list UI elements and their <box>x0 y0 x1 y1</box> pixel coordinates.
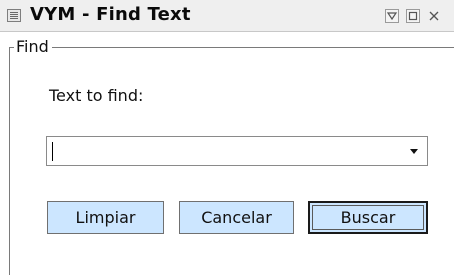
window-title: VYM - Find Text <box>30 4 191 25</box>
text-cursor <box>52 142 53 161</box>
window-menu-icon[interactable] <box>7 9 21 22</box>
find-combobox[interactable] <box>46 136 428 166</box>
maximize-icon[interactable] <box>406 9 420 23</box>
find-text-window: VYM - Find Text Find Text to find: Limpi… <box>0 0 454 275</box>
close-icon[interactable] <box>427 9 441 23</box>
cancel-button[interactable]: Cancelar <box>179 201 294 234</box>
search-button-label: Buscar <box>340 208 396 227</box>
search-button[interactable]: Buscar <box>308 201 428 234</box>
shade-icon[interactable] <box>385 9 399 23</box>
chevron-down-icon[interactable] <box>403 139 425 163</box>
title-bar[interactable]: VYM - Find Text <box>0 0 454 32</box>
find-text-input[interactable] <box>49 139 401 163</box>
find-label: Text to find: <box>49 86 144 105</box>
groupbox-title: Find <box>14 37 52 57</box>
clear-button[interactable]: Limpiar <box>47 201 164 234</box>
